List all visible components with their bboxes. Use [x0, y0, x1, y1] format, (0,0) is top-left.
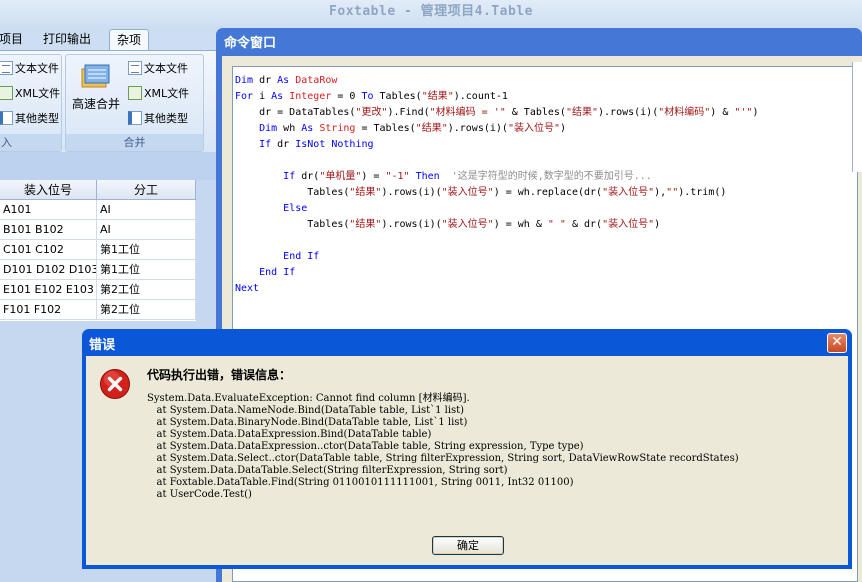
- table-row[interactable]: E101 E102 E103 第2工位: [0, 280, 196, 300]
- command-window-title: 命令窗口: [224, 36, 277, 51]
- ribbon-bottom-bar: [0, 152, 225, 180]
- ribbon: 文本文件 XML文件 其他类型 入 高速合并 文本文件 XML文件 其他类型 合…: [0, 50, 225, 153]
- import-xml-file-button[interactable]: XML文件: [0, 85, 60, 103]
- ok-button[interactable]: 确定: [432, 536, 504, 555]
- close-button[interactable]: ✕: [827, 333, 847, 353]
- xml-file-icon: [128, 86, 142, 100]
- import-text-file-button[interactable]: 文本文件: [0, 60, 59, 78]
- table-row[interactable]: A101 AI: [0, 200, 196, 220]
- error-dialog-title: 错误: [89, 338, 116, 353]
- code-text: Dim dr As DataRow For i As Integer = 0 T…: [235, 75, 759, 294]
- error-details: System.Data.EvaluateException: Cannot fi…: [147, 393, 739, 500]
- tab-misc[interactable]: 杂项: [109, 29, 150, 51]
- text-file-icon: [128, 61, 142, 75]
- cell-division[interactable]: 第1工位: [97, 260, 196, 279]
- ribbon-group-import: 文本文件 XML文件 其他类型 入: [0, 54, 62, 152]
- cell-install-position[interactable]: D101 D102 D103: [0, 260, 97, 279]
- cell-division[interactable]: 第2工位: [97, 300, 196, 319]
- tab-project[interactable]: 项目: [0, 29, 30, 50]
- app-title: Foxtable - 管理项目4.Table: [0, 0, 862, 26]
- cell-division[interactable]: 第1工位: [97, 240, 196, 259]
- background-window-edge: [852, 62, 862, 172]
- merge-other-type-button[interactable]: 其他类型: [128, 110, 188, 128]
- merge-text-file-button[interactable]: 文本文件: [128, 60, 188, 78]
- error-dialog-body: 代码执行出错，错误信息： System.Data.EvaluateExcepti…: [86, 356, 848, 565]
- cell-install-position[interactable]: F101 F102: [0, 300, 97, 319]
- cell-division[interactable]: AI: [97, 200, 196, 219]
- text-file-icon: [0, 61, 13, 75]
- import-other-type-button[interactable]: 其他类型: [0, 110, 59, 128]
- error-icon: [100, 369, 130, 399]
- merge-xml-file-button[interactable]: XML文件: [128, 85, 189, 103]
- table-row[interactable]: F101 F102 第2工位: [0, 300, 196, 320]
- table-row[interactable]: D101 D102 D103 第1工位: [0, 260, 196, 280]
- error-headline: 代码执行出错，错误信息：: [147, 368, 292, 382]
- error-dialog: 错误 ✕ 代码执行出错，错误信息： System.Data.EvaluateEx…: [82, 329, 852, 569]
- fast-merge-label: 高速合并: [72, 97, 121, 111]
- cell-install-position[interactable]: A101: [0, 200, 97, 219]
- table-row[interactable]: C101 C102 第1工位: [0, 240, 196, 260]
- cell-install-position[interactable]: B101 B102: [0, 220, 97, 239]
- ribbon-group-merge: 高速合并 文本文件 XML文件 其他类型 合并: [65, 54, 204, 152]
- other-type-icon: [0, 111, 13, 125]
- cell-division[interactable]: AI: [97, 220, 196, 239]
- ribbon-group-import-label: 入: [0, 134, 61, 151]
- xml-file-icon: [0, 86, 13, 100]
- cell-install-position[interactable]: C101 C102: [0, 240, 97, 259]
- data-grid[interactable]: 装入位号 分工 A101 AI B101 B102 AI C101 C102 第1工位 D1…: [0, 180, 196, 321]
- other-type-icon: [128, 111, 142, 125]
- cell-division[interactable]: 第2工位: [97, 280, 196, 299]
- column-header-install-position[interactable]: 装入位号: [0, 180, 97, 200]
- merge-icon: [81, 64, 110, 88]
- tab-print-output[interactable]: 打印输出: [36, 29, 98, 50]
- table-row[interactable]: B101 B102 AI: [0, 220, 196, 240]
- cell-install-position[interactable]: E101 E102 E103: [0, 280, 97, 299]
- ribbon-group-merge-label: 合并: [66, 134, 203, 151]
- column-header-division[interactable]: 分工: [97, 180, 196, 200]
